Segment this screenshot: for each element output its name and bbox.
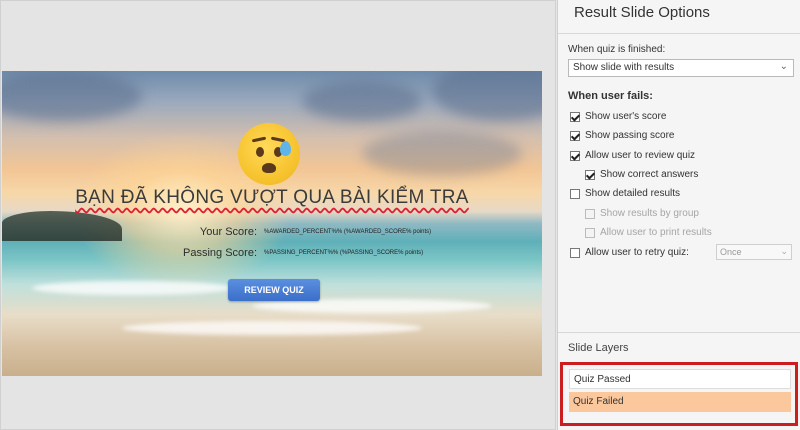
cloud xyxy=(362,131,522,176)
option-show-results-by-group: Show results by group xyxy=(585,208,699,219)
when-finished-value: Show slide with results xyxy=(573,62,675,73)
checkbox[interactable] xyxy=(570,188,580,199)
option-label: Allow user to review quiz xyxy=(585,150,696,161)
checkbox[interactable] xyxy=(570,111,580,122)
cloud xyxy=(2,71,142,121)
panel-title: Result Slide Options xyxy=(574,4,710,21)
passing-score-label: Passing Score: xyxy=(183,247,257,259)
result-slide[interactable]: BẠN ĐÃ KHÔNG VƯỢT QUA BÀI KIỂM TRA Your … xyxy=(2,71,542,376)
review-quiz-button[interactable]: REVIEW QUIZ xyxy=(228,279,320,301)
option-label: Show user's score xyxy=(585,111,667,122)
option-show-detailed-results[interactable]: Show detailed results xyxy=(570,188,680,199)
option-show-users-score[interactable]: Show user's score xyxy=(570,111,666,122)
chevron-down-icon: ⌄ xyxy=(779,61,788,72)
cloud xyxy=(432,71,542,121)
layer-quiz-passed[interactable]: Quiz Passed xyxy=(569,369,791,389)
option-label: Allow user to retry quiz: xyxy=(585,247,689,258)
slide-layers-list: Quiz Passed Quiz Failed xyxy=(560,362,798,426)
checkbox[interactable] xyxy=(570,247,580,258)
result-slide-options-panel: Result Slide Options When quiz is finish… xyxy=(557,0,800,430)
chevron-down-icon: ⌄ xyxy=(780,246,788,256)
checkbox[interactable] xyxy=(585,169,595,180)
option-label: Show results by group xyxy=(600,208,699,219)
option-show-passing-score[interactable]: Show passing score xyxy=(570,130,675,141)
option-show-correct-answers[interactable]: Show correct answers xyxy=(585,169,698,180)
passing-score-value: %PASSING_PERCENT%% (%PASSING_SCORE% poin… xyxy=(264,250,424,256)
divider xyxy=(558,332,800,333)
layer-quiz-failed[interactable]: Quiz Failed xyxy=(569,392,791,412)
option-allow-review-quiz[interactable]: Allow user to review quiz xyxy=(570,150,695,161)
slide-title: BẠN ĐÃ KHÔNG VƯỢT QUA BÀI KIỂM TRA xyxy=(75,187,469,208)
retry-count-select[interactable]: Once ⌄ xyxy=(716,244,792,260)
checkbox[interactable] xyxy=(570,130,580,141)
sweat-drop-icon xyxy=(280,141,291,156)
when-finished-label: When quiz is finished: xyxy=(568,44,666,55)
cloud xyxy=(302,81,422,121)
wave xyxy=(32,281,232,295)
retry-count-value: Once xyxy=(720,247,742,257)
your-score-label: Your Score: xyxy=(199,226,257,238)
slide-layers-title: Slide Layers xyxy=(568,342,629,354)
checkbox xyxy=(585,227,595,238)
anxious-face-icon xyxy=(238,123,300,185)
option-label: Show detailed results xyxy=(585,188,681,199)
wave xyxy=(122,321,422,335)
wave xyxy=(252,299,492,313)
your-score-value: %AWARDED_PERCENT%% (%AWARDED_SCORE% poin… xyxy=(264,229,432,235)
option-label: Show correct answers xyxy=(600,169,699,180)
option-allow-print-results: Allow user to print results xyxy=(585,227,712,238)
when-finished-select[interactable]: Show slide with results ⌄ xyxy=(568,59,794,77)
checkbox xyxy=(585,208,595,219)
option-label: Show passing score xyxy=(585,130,675,141)
checkbox[interactable] xyxy=(570,150,580,161)
option-allow-retry-quiz[interactable]: Allow user to retry quiz: xyxy=(570,247,689,258)
option-label: Allow user to print results xyxy=(600,227,712,238)
divider xyxy=(558,33,800,34)
slide-canvas: BẠN ĐÃ KHÔNG VƯỢT QUA BÀI KIỂM TRA Your … xyxy=(0,0,556,430)
when-fails-label: When user fails: xyxy=(568,90,653,102)
